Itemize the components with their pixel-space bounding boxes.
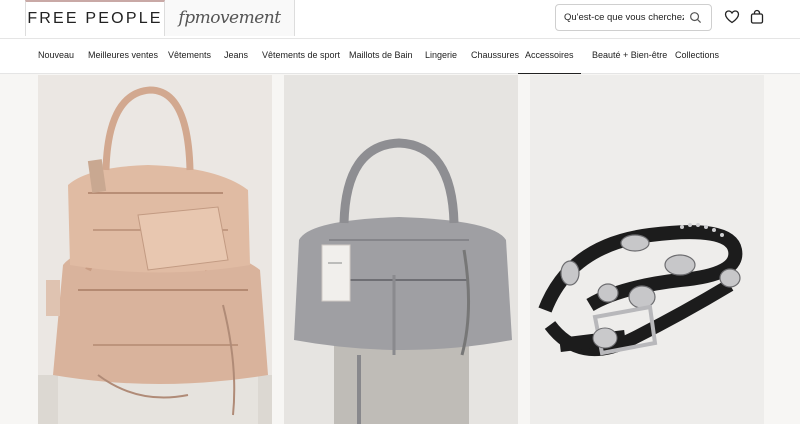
nav-item-vetements-de-sport[interactable]: Vêtements de sport — [262, 50, 340, 60]
grey-leather-bag-image — [284, 75, 518, 424]
movement-logo: fpmovement — [178, 8, 281, 28]
product-card-tan-bags[interactable] — [38, 75, 272, 424]
nav-item-jeans[interactable]: Jeans — [224, 50, 248, 60]
nav-item-nouveau[interactable]: Nouveau — [38, 50, 74, 60]
fp-movement-logo-tab[interactable]: fpmovement — [165, 0, 295, 36]
bag-icon[interactable] — [749, 9, 765, 25]
nav-item-collections[interactable]: Collections — [675, 50, 719, 60]
product-card-grey-bag[interactable] — [284, 75, 518, 424]
nav-item-accessoires[interactable]: Accessoires — [518, 50, 581, 74]
black-western-belt-image — [530, 75, 764, 424]
nav-item-vetements[interactable]: Vêtements — [168, 50, 211, 60]
tan-leather-bags-image — [38, 75, 272, 424]
search-box[interactable] — [555, 4, 712, 31]
nav-item-meilleures-ventes[interactable]: Meilleures ventes — [88, 50, 158, 60]
search-icon[interactable] — [689, 11, 702, 24]
product-card-black-belt[interactable] — [530, 75, 764, 424]
free-people-logo-tab[interactable]: FREE PEOPLE — [25, 0, 165, 36]
nav-item-lingerie[interactable]: Lingerie — [425, 50, 457, 60]
nav-item-maillots-de-bain[interactable]: Maillots de Bain — [349, 50, 413, 60]
product-grid — [0, 75, 800, 424]
nav-item-chaussures[interactable]: Chaussures — [471, 50, 519, 60]
nav-item-beaute-bien-etre[interactable]: Beauté + Bien-être — [592, 50, 667, 60]
top-bar: FREE PEOPLE fpmovement — [0, 0, 800, 38]
search-input[interactable] — [564, 12, 684, 23]
heart-icon[interactable] — [724, 9, 740, 25]
brand-logo: FREE PEOPLE — [27, 10, 163, 27]
category-nav: Nouveau Meilleures ventes Vêtements Jean… — [0, 38, 800, 74]
